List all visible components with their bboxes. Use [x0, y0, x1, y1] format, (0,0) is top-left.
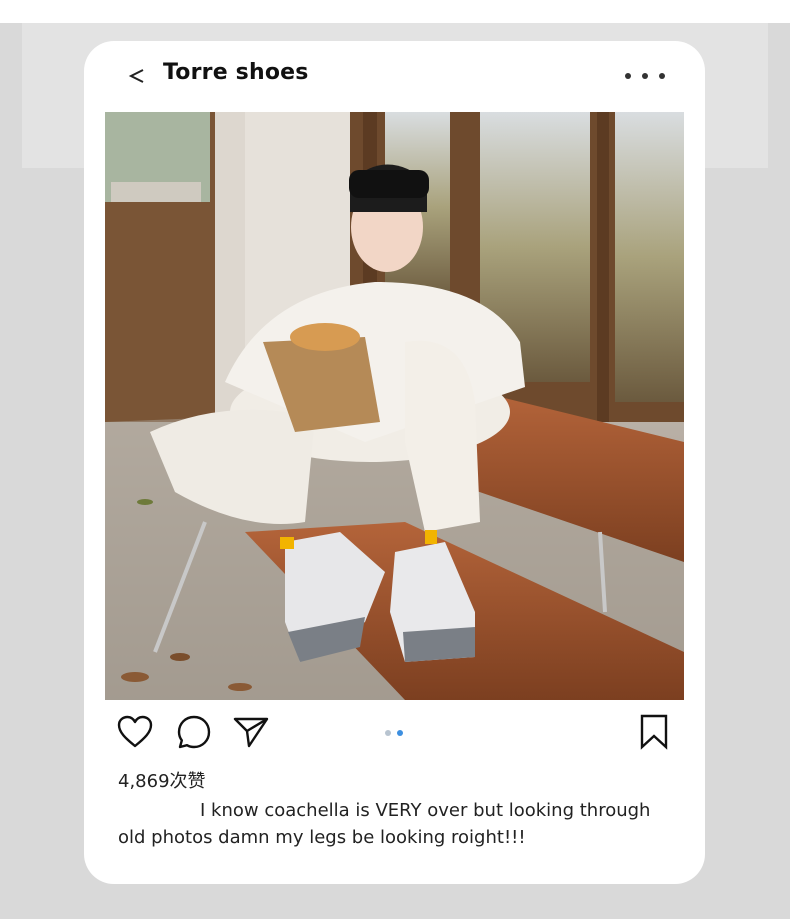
page-title: Torre shoes: [163, 60, 309, 85]
more-dot: [659, 73, 665, 79]
chevron-left-icon: [128, 69, 144, 83]
post-caption: I know coachella is VERY over but lookin…: [118, 800, 651, 848]
like-count: 4,869次赞: [118, 771, 206, 792]
save-button[interactable]: [638, 713, 670, 751]
send-icon: [233, 717, 269, 748]
comment-button[interactable]: [175, 713, 213, 751]
carousel-indicator: [385, 730, 403, 736]
post-photo[interactable]: [105, 112, 684, 700]
post-actions-bar: [84, 713, 705, 759]
more-dot: [642, 73, 648, 79]
back-button[interactable]: [122, 61, 152, 91]
carousel-dot: [385, 730, 391, 736]
like-button[interactable]: [116, 713, 154, 751]
photo-illustration: [105, 112, 684, 700]
post-header: Torre shoes: [84, 41, 705, 111]
share-button[interactable]: [232, 713, 270, 751]
more-horizontal-icon: [625, 73, 631, 79]
carousel-dot-active: [397, 730, 403, 736]
more-options-button[interactable]: [625, 69, 665, 83]
comment-icon: [177, 715, 211, 749]
heart-icon: [117, 715, 153, 748]
post-card: Torre shoes 4,869次赞 I know coachella is …: [84, 41, 705, 884]
bookmark-icon: [640, 714, 668, 750]
